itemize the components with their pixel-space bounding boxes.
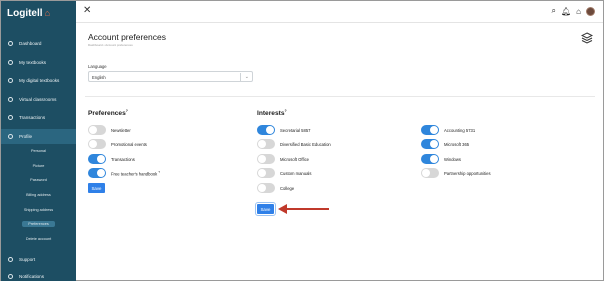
transactions-icon (8, 115, 13, 120)
sidebar-item-notifications[interactable]: Notifications (1, 269, 76, 281)
toggle-custom-manuals[interactable]: Custom manuals (257, 168, 311, 178)
home-icon[interactable]: ⌂ (576, 7, 581, 16)
sidebar-item-transactions[interactable]: Transactions (1, 110, 76, 125)
classroom-icon (8, 97, 13, 102)
sidebar-item-support[interactable]: Support (1, 252, 76, 267)
sidebar-sub-billing-address[interactable]: Billing address (1, 190, 76, 199)
toggle-microsoft-office[interactable]: Microsoft Office (257, 154, 309, 164)
preferences-save-button[interactable]: Save (88, 183, 105, 193)
sidebar-sub-delete-account[interactable]: Delete account (1, 234, 76, 243)
sidebar-item-profile[interactable]: Profile (1, 129, 76, 144)
sidebar-item-dashboard[interactable]: Dashboard (1, 36, 76, 51)
toggle-switch[interactable] (88, 139, 106, 149)
toggle-diversified-basic-education[interactable]: Diversified Basic Education (257, 139, 331, 149)
sidebar-sub-shipping-address[interactable]: Shipping address (1, 205, 76, 214)
sidebar-sub-personal[interactable]: Personal (1, 146, 76, 155)
toggle-switch[interactable] (421, 168, 439, 178)
page-title: Account preferences (88, 32, 166, 42)
toggle-switch[interactable] (257, 183, 275, 193)
breadcrumb[interactable]: Dashboard • Account preferences (88, 43, 133, 47)
avatar[interactable] (586, 6, 595, 16)
profile-icon (8, 134, 13, 139)
preferences-title: Preferences? (88, 109, 128, 118)
info-icon[interactable]: ? (285, 109, 287, 113)
toggle-transactions[interactable]: Transactions (88, 154, 135, 164)
annotation-arrow-icon (278, 204, 329, 214)
language-label: Language (88, 64, 107, 69)
sidebar-item-my-digital-textbooks[interactable]: My digital textbooks (1, 73, 76, 88)
toggle-accounting-5731[interactable]: Accounting 5731 (421, 125, 475, 135)
logo[interactable]: Logitell ⌂ (7, 8, 50, 19)
sidebar-sub-password[interactable]: Password (1, 175, 76, 184)
toggle-switch[interactable] (257, 125, 275, 135)
chevron-down-icon: ⌄ (244, 74, 249, 80)
toggle-partnership-opportunities[interactable]: Partnership opportunities (421, 168, 491, 178)
bell-icon (8, 274, 13, 279)
sidebar-sub-preferences[interactable]: Preferences (1, 219, 76, 228)
toggle-switch[interactable] (88, 168, 106, 178)
sidebar-sub-picture[interactable]: Picture (1, 161, 76, 170)
toggle-newsletter[interactable]: Newsletter (88, 125, 131, 135)
toggle-switch[interactable] (257, 139, 275, 149)
info-icon[interactable]: ? (126, 109, 128, 113)
divider (85, 96, 595, 97)
book-icon (8, 60, 13, 65)
interests-title: Interests? (257, 109, 287, 118)
close-icon[interactable]: ✕ (83, 5, 91, 16)
logo-mark-icon: ⌂ (44, 8, 50, 18)
info-icon[interactable]: ? (158, 170, 160, 174)
home-icon (8, 41, 13, 46)
sidebar-item-virtual-classrooms[interactable]: Virtual classrooms (1, 92, 76, 107)
select-separator (240, 73, 241, 81)
layers-icon[interactable] (581, 32, 593, 44)
toggle-free-teachers-handbook[interactable]: Free teacher's handbook ? (88, 168, 160, 178)
interests-save-button[interactable]: Save (255, 202, 276, 216)
toggle-switch[interactable] (257, 154, 275, 164)
toggle-switch[interactable] (421, 125, 439, 135)
toggle-switch[interactable] (257, 168, 275, 178)
toggle-windows[interactable]: Windows (421, 154, 461, 164)
top-icons: ⌕ 🔔︎ ⌂ (552, 6, 595, 16)
search-icon[interactable]: ⌕ (552, 6, 556, 16)
sidebar-item-my-textbooks[interactable]: My textbooks (1, 55, 76, 70)
support-icon (8, 257, 13, 262)
toggle-switch[interactable] (88, 154, 106, 164)
tablet-icon (8, 78, 13, 83)
top-bar: ✕ ⌕ 🔔︎ ⌂ (76, 1, 603, 23)
toggle-secretarial-5857[interactable]: Secretarial 5857 (257, 125, 311, 135)
toggle-switch[interactable] (421, 154, 439, 164)
toggle-switch[interactable] (88, 125, 106, 135)
sidebar: Logitell ⌂ Dashboard My textbooks My digi… (1, 1, 76, 281)
toggle-college[interactable]: College (257, 183, 294, 193)
toggle-switch[interactable] (421, 139, 439, 149)
toggle-promotional-events[interactable]: Promotional events (88, 139, 147, 149)
bell-icon[interactable]: 🔔︎ (561, 7, 571, 16)
language-select[interactable]: English ⌄ (88, 71, 253, 82)
toggle-microsoft-365[interactable]: Microsoft 365 (421, 139, 469, 149)
